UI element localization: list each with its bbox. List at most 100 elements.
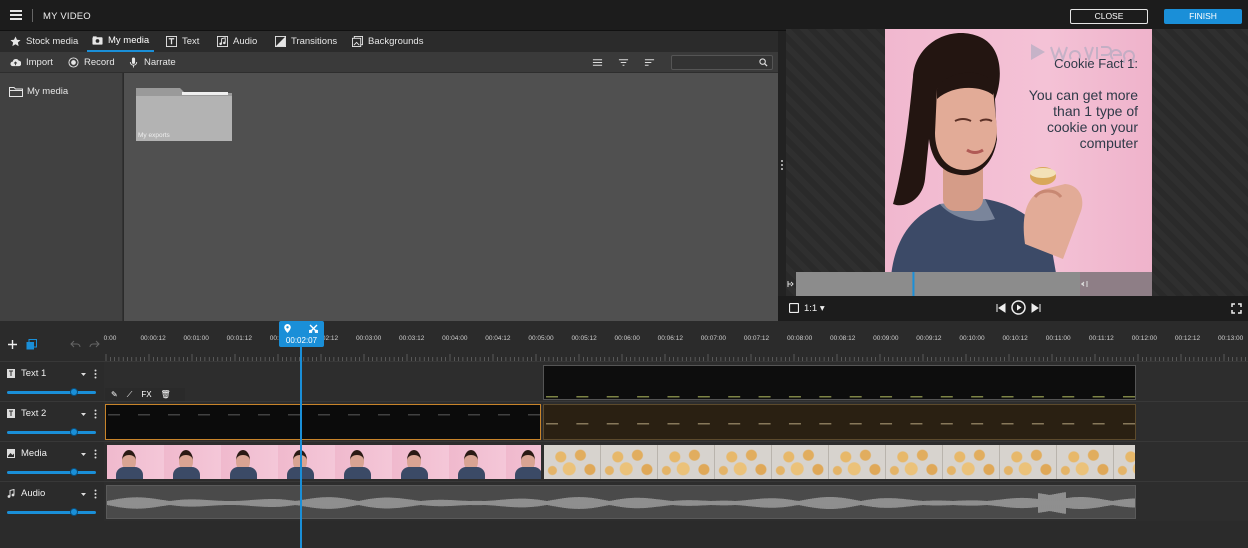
add-track-icon[interactable] bbox=[8, 340, 17, 349]
copy-icon[interactable] bbox=[26, 339, 37, 350]
import-button[interactable]: Import bbox=[10, 52, 53, 73]
app-header: MY VIDEO CLOSE FINISH bbox=[0, 0, 1248, 31]
track-volume-slider[interactable] bbox=[7, 428, 96, 436]
fullscreen-icon[interactable] bbox=[1231, 303, 1242, 314]
search-icon[interactable] bbox=[759, 58, 768, 67]
ruler-ticks bbox=[105, 354, 1246, 361]
track-volume-slider[interactable] bbox=[7, 508, 96, 516]
more-options-icon[interactable] bbox=[94, 369, 97, 379]
volume-handle[interactable] bbox=[69, 468, 78, 476]
playhead-time: 00:02:07 bbox=[285, 336, 318, 345]
play-button-icon[interactable] bbox=[1011, 300, 1026, 315]
sort-icon[interactable] bbox=[644, 57, 655, 68]
audio-clip[interactable] bbox=[106, 485, 1136, 519]
finish-button[interactable]: FINISH bbox=[1164, 9, 1242, 24]
star-icon bbox=[10, 36, 21, 47]
text-track-icon bbox=[7, 409, 15, 418]
video-frame-thumbnail bbox=[715, 445, 772, 479]
track-volume-slider[interactable] bbox=[7, 388, 96, 396]
tab-backgrounds[interactable]: Backgrounds bbox=[352, 31, 423, 52]
tab-transitions[interactable]: Transitions bbox=[275, 31, 337, 52]
split-scissors-icon[interactable] bbox=[309, 324, 318, 333]
tree-item-my-media[interactable]: My media bbox=[9, 86, 68, 97]
chevron-down-icon[interactable] bbox=[81, 412, 86, 417]
volume-handle[interactable] bbox=[69, 388, 78, 396]
video-frame-thumbnail bbox=[1000, 445, 1057, 479]
volume-handle[interactable] bbox=[69, 508, 78, 516]
chevron-down-icon[interactable] bbox=[81, 492, 86, 497]
marker-pin-icon[interactable] bbox=[284, 324, 291, 333]
library-tree: My media bbox=[0, 73, 123, 321]
preview-scrub-bar[interactable] bbox=[786, 272, 1152, 296]
hamburger-menu-icon[interactable] bbox=[10, 10, 22, 20]
text-clip-selected[interactable] bbox=[105, 404, 541, 440]
playhead-line[interactable] bbox=[300, 347, 302, 548]
track-header-media: Media bbox=[0, 441, 104, 481]
tab-text[interactable]: Text bbox=[166, 31, 199, 52]
folder-icon bbox=[9, 87, 23, 97]
track-lane-media[interactable] bbox=[104, 441, 1248, 481]
track-volume-slider[interactable] bbox=[7, 468, 96, 476]
video-clip-woman[interactable] bbox=[107, 445, 541, 479]
undo-icon[interactable] bbox=[70, 340, 81, 349]
track-lane-audio[interactable] bbox=[104, 481, 1248, 521]
track-lane-text-1[interactable] bbox=[104, 361, 1248, 401]
tab-label: Text bbox=[182, 36, 200, 47]
video-frame-thumbnail bbox=[221, 445, 278, 479]
trim-icon[interactable]: ⟋ bbox=[127, 390, 133, 400]
tab-audio[interactable]: Audio bbox=[217, 31, 257, 52]
text-clip[interactable] bbox=[543, 365, 1136, 400]
caption-body: You can get more than 1 type of cookie on … bbox=[1028, 87, 1138, 151]
search-input[interactable] bbox=[672, 56, 756, 69]
video-frame[interactable]: Cookie Fact 1: You can get more than 1 ty… bbox=[885, 29, 1152, 296]
header-divider bbox=[32, 9, 33, 22]
track-name: Audio bbox=[21, 488, 46, 499]
track-lane-text-2[interactable] bbox=[104, 401, 1248, 441]
edit-icon[interactable]: ✎ bbox=[111, 390, 118, 399]
music-icon bbox=[7, 489, 15, 498]
more-options-icon[interactable] bbox=[94, 489, 97, 499]
more-options-icon[interactable] bbox=[94, 409, 97, 419]
chevron-down-icon[interactable] bbox=[81, 452, 86, 457]
audio-waveform bbox=[107, 492, 1135, 514]
aspect-ratio-select[interactable]: 1:1 ▾ bbox=[804, 303, 825, 314]
more-options-icon[interactable] bbox=[94, 449, 97, 459]
aspect-ratio-value: 1:1 bbox=[804, 303, 818, 314]
transitions-icon bbox=[275, 36, 286, 47]
record-button[interactable]: Record bbox=[68, 52, 115, 73]
library-toolbar: Import Record Narrate bbox=[0, 52, 778, 73]
tab-my-media[interactable]: My media bbox=[87, 31, 155, 52]
folder-my-exports[interactable]: My exports bbox=[136, 86, 232, 141]
fullframe-checkbox-icon[interactable] bbox=[789, 303, 799, 313]
import-label: Import bbox=[26, 57, 53, 68]
video-frame-thumbnail bbox=[449, 445, 506, 479]
list-view-icon[interactable] bbox=[592, 57, 603, 68]
chevron-down-icon[interactable] bbox=[81, 372, 86, 377]
fx-button[interactable]: FX bbox=[141, 390, 151, 399]
skip-back-icon[interactable] bbox=[996, 303, 1006, 313]
tab-label: Stock media bbox=[26, 36, 79, 47]
video-clip-cookies[interactable] bbox=[544, 445, 1135, 479]
text-icon bbox=[166, 36, 177, 47]
skip-forward-icon[interactable] bbox=[1031, 303, 1041, 313]
pane-resize-handle[interactable] bbox=[778, 31, 786, 321]
narrate-button[interactable]: Narrate bbox=[128, 52, 176, 73]
volume-handle[interactable] bbox=[69, 428, 78, 436]
text-overlay[interactable]: Cookie Fact 1: You can get more than 1 ty… bbox=[1029, 56, 1138, 151]
track-header-text-2: Text 2 bbox=[0, 401, 104, 441]
tab-stock-media[interactable]: Stock media bbox=[10, 31, 78, 52]
video-frame-thumbnail bbox=[601, 445, 658, 479]
close-button[interactable]: CLOSE bbox=[1070, 9, 1148, 24]
caption-title: Cookie Fact 1: bbox=[1054, 56, 1138, 71]
search-box[interactable] bbox=[671, 55, 773, 70]
tab-label: Audio bbox=[233, 36, 258, 47]
trash-icon[interactable]: 🗑 bbox=[161, 390, 171, 399]
text-clip[interactable] bbox=[543, 404, 1136, 440]
playhead-marker[interactable]: 00:02:07 bbox=[279, 321, 324, 347]
timeline-ruler[interactable]: 0:0000:00:1200:01:0000:01:1200:02:0000:0… bbox=[104, 321, 1248, 361]
redo-icon[interactable] bbox=[89, 340, 100, 349]
video-frame-thumbnail bbox=[335, 445, 392, 479]
clip-toolbar: ✎ ⟋ FX 🗑 bbox=[105, 388, 185, 401]
video-frame-thumbnail bbox=[886, 445, 943, 479]
filter-icon[interactable] bbox=[618, 57, 629, 68]
